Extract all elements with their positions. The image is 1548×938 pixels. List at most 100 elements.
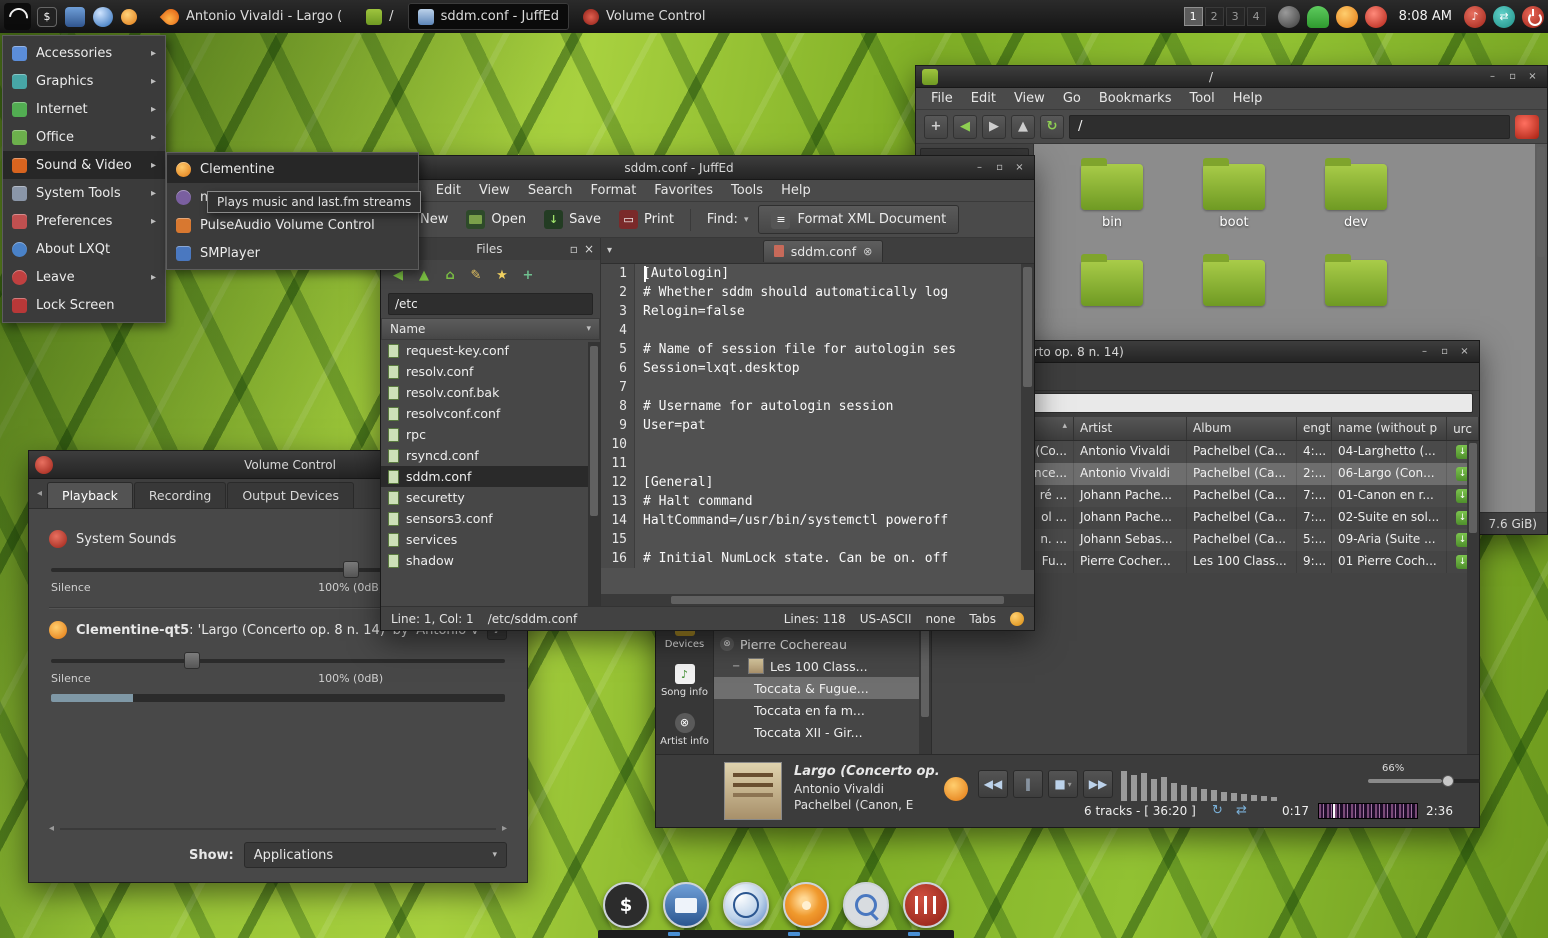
file-row[interactable]: sensors3.conf xyxy=(381,508,600,529)
folder-item[interactable]: dev xyxy=(1324,164,1388,230)
menu-item[interactable]: Preferences ▸ xyxy=(3,207,165,235)
stop-button[interactable]: ■▾ xyxy=(1048,770,1078,798)
volume-slider[interactable] xyxy=(1368,779,1480,783)
dock-screenshot-icon[interactable] xyxy=(843,882,889,928)
menu-item[interactable]: Lock Screen xyxy=(3,291,165,319)
tree-track-row[interactable]: Toccata XII - Gir... xyxy=(714,721,931,743)
minimize-button[interactable]: – xyxy=(971,160,988,175)
file-row[interactable]: securetty xyxy=(381,487,600,508)
repeat-icon[interactable]: ↻ xyxy=(1212,803,1223,818)
tray-badge-icon[interactable] xyxy=(1365,6,1387,28)
print-button[interactable]: ▭ Print xyxy=(611,206,682,233)
maximize-button[interactable]: ▫ xyxy=(991,160,1008,175)
taskbar-button[interactable]: / xyxy=(356,3,403,30)
folder-item[interactable] xyxy=(1202,260,1266,306)
scrollbar[interactable] xyxy=(588,342,600,606)
dock-browser-icon[interactable] xyxy=(723,882,769,928)
file-row[interactable]: request-key.conf xyxy=(381,340,600,361)
tray-globe-icon[interactable] xyxy=(1278,6,1300,28)
seek-bar[interactable] xyxy=(1318,803,1418,819)
column-filename[interactable]: name (without p xyxy=(1332,417,1447,440)
menu-item[interactable]: View xyxy=(470,180,519,201)
new-tab-button[interactable]: + xyxy=(924,115,948,139)
file-row[interactable]: shadow xyxy=(381,550,600,571)
minimize-button[interactable]: – xyxy=(1416,344,1433,359)
tab-song-info[interactable]: ♪ Song info xyxy=(656,657,713,705)
menu-item[interactable]: Bookmarks xyxy=(1090,88,1181,109)
forward-button[interactable]: ▶ xyxy=(982,115,1006,139)
path-input[interactable] xyxy=(1069,115,1510,139)
menu-item[interactable]: Edit xyxy=(427,180,470,201)
save-button[interactable]: ↓ Save xyxy=(536,206,609,233)
menu-item[interactable]: Internet ▸ xyxy=(3,95,165,123)
menu-item[interactable]: File xyxy=(922,88,962,109)
collapse-icon[interactable]: − xyxy=(732,661,742,672)
menu-item[interactable]: Tools xyxy=(722,180,772,201)
menu-item[interactable]: Accessories ▸ xyxy=(3,39,165,67)
refresh-button[interactable]: ↻ xyxy=(1040,115,1064,139)
root-indicator-icon[interactable] xyxy=(1515,115,1539,139)
close-button[interactable]: × xyxy=(1524,69,1541,84)
open-button[interactable]: Open xyxy=(458,206,534,233)
taskbar-button[interactable]: sddm.conf - JuffEd xyxy=(408,3,569,30)
menu-item[interactable]: System Tools ▸ xyxy=(3,179,165,207)
minimize-button[interactable]: – xyxy=(1484,69,1501,84)
dock-terminal-icon[interactable]: $ xyxy=(603,882,649,928)
folder-item[interactable] xyxy=(1080,260,1144,306)
column-source[interactable]: urc xyxy=(1447,417,1479,440)
workspace-button[interactable]: 4 xyxy=(1247,7,1266,26)
edit-path-icon[interactable]: ✎ xyxy=(467,266,485,284)
home-icon[interactable]: ⌂ xyxy=(441,266,459,284)
app-menu-button[interactable] xyxy=(4,3,31,30)
close-button[interactable]: × xyxy=(1011,160,1028,175)
dock-mixer-icon[interactable] xyxy=(903,882,949,928)
tray-clementine-icon[interactable] xyxy=(1336,6,1358,28)
close-tab-icon[interactable]: ⊗ xyxy=(863,245,872,258)
workspace-button[interactable]: 1 xyxy=(1184,7,1203,26)
menu-item[interactable]: Format xyxy=(581,180,645,201)
column-artist[interactable]: Artist xyxy=(1074,417,1187,440)
previous-button[interactable]: ◀◀ xyxy=(978,770,1008,798)
menu-item[interactable]: Go xyxy=(1054,88,1090,109)
file-row[interactable]: resolvconf.conf xyxy=(381,403,600,424)
close-button[interactable]: × xyxy=(1456,344,1473,359)
taskbar-button[interactable]: Volume Control xyxy=(573,3,715,30)
folder-item[interactable]: boot xyxy=(1202,164,1266,230)
workspace-button[interactable]: 2 xyxy=(1205,7,1224,26)
add-favorite-icon[interactable]: + xyxy=(519,266,537,284)
clipboard-sync-tray-icon[interactable]: ⇄ xyxy=(1493,6,1515,28)
dock-float-icon[interactable]: ▫ xyxy=(570,242,578,256)
tray-ghost-icon[interactable] xyxy=(1307,6,1329,28)
terminal-launcher-icon[interactable]: $ xyxy=(37,7,57,27)
close-panel-icon[interactable]: × xyxy=(584,242,594,256)
find-dropdown[interactable]: Find: ▾ xyxy=(699,208,757,231)
tree-track-row[interactable]: Toccata & Fugue... xyxy=(714,677,931,699)
folder-item[interactable]: bin xyxy=(1080,164,1144,230)
dock-file-manager-icon[interactable] xyxy=(663,882,709,928)
column-album[interactable]: Album xyxy=(1187,417,1297,440)
show-dropdown[interactable]: Applications ▾ xyxy=(244,842,507,868)
submenu-item[interactable]: Clementine xyxy=(167,155,418,183)
tree-track-row[interactable]: Toccata en fa m... xyxy=(714,699,931,721)
tab-playback[interactable]: Playback xyxy=(47,482,133,508)
scroll-left-icon[interactable]: ◂ xyxy=(49,823,54,834)
editor-area[interactable]: ▾ sddm.conf ⊗ 1 [Autologin] xyxy=(601,238,1034,606)
volume-knob[interactable] xyxy=(1442,775,1454,787)
file-row[interactable]: sddm.conf xyxy=(381,466,600,487)
tree-album-row[interactable]: − Les 100 Class... xyxy=(714,655,931,677)
file-row[interactable]: services xyxy=(381,529,600,550)
tab-artist-info[interactable]: ⊗ Artist info xyxy=(656,706,713,754)
vertical-scrollbar[interactable] xyxy=(1021,264,1034,570)
workspace-button[interactable]: 3 xyxy=(1226,7,1245,26)
menu-item[interactable]: Help xyxy=(772,180,820,201)
file-row[interactable]: resolv.conf.bak xyxy=(381,382,600,403)
submenu-item[interactable]: SMPlayer xyxy=(167,239,418,267)
tab-list-icon[interactable]: ▾ xyxy=(607,245,612,256)
scrollbar[interactable] xyxy=(1535,144,1547,512)
file-manager-launcher-icon[interactable] xyxy=(65,7,85,27)
shuffle-icon[interactable]: ⇄ xyxy=(1236,803,1247,818)
file-row[interactable]: rpc xyxy=(381,424,600,445)
tab-scroll-left-icon[interactable]: ◂ xyxy=(33,488,46,499)
editor-tab[interactable]: sddm.conf ⊗ xyxy=(763,240,884,262)
dock-clementine-icon[interactable] xyxy=(783,882,829,928)
